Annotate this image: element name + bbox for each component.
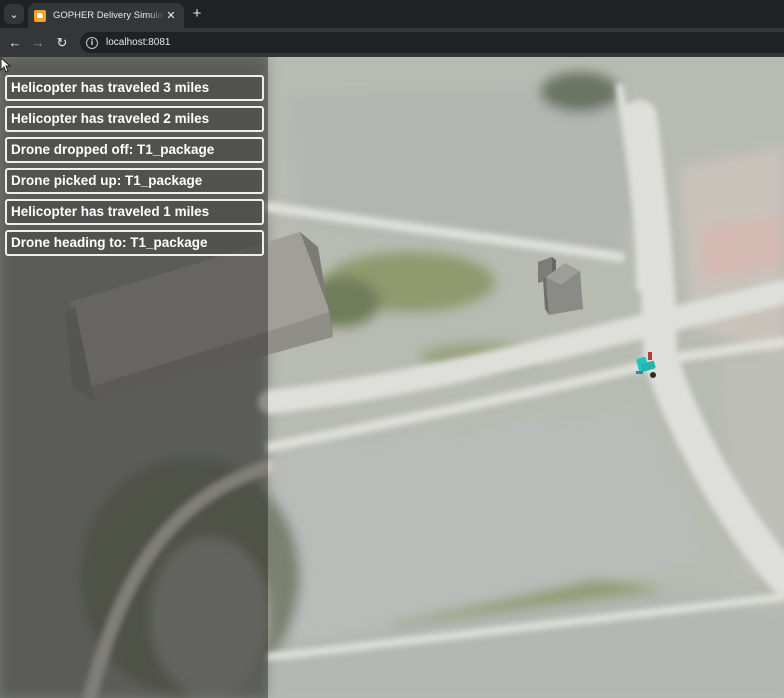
back-button[interactable]: ← xyxy=(6,34,24,52)
browser-toolbar: ← → ↻ i localhost:8081 xyxy=(0,28,784,57)
event-log: Helicopter has traveled 3 miles Helicopt… xyxy=(5,75,264,261)
log-entry: Helicopter has traveled 3 miles xyxy=(5,75,264,101)
simulation-viewport[interactable]: Helicopter has traveled 3 miles Helicopt… xyxy=(0,57,784,698)
tab-title: GOPHER Delivery Simulation Sy xyxy=(53,10,164,21)
log-entry: Helicopter has traveled 1 miles xyxy=(5,199,264,225)
forward-button[interactable]: → xyxy=(29,34,47,52)
close-icon[interactable]: ✕ xyxy=(164,9,178,23)
log-entry: Drone heading to: T1_package xyxy=(5,230,264,256)
browser-tab[interactable]: GOPHER Delivery Simulation Sy ✕ xyxy=(28,3,184,28)
log-entry: Helicopter has traveled 2 miles xyxy=(5,106,264,132)
info-icon[interactable]: i xyxy=(86,36,98,49)
chevron-down-icon: ⌄ xyxy=(9,8,19,21)
address-bar[interactable]: i localhost:8081 xyxy=(80,32,784,53)
reload-button[interactable]: ↻ xyxy=(53,34,71,52)
log-entry: Drone picked up: T1_package xyxy=(5,168,264,194)
url-text[interactable]: localhost:8081 xyxy=(106,37,171,48)
new-tab-button[interactable]: + xyxy=(188,5,206,23)
tab-strip: ⌄ GOPHER Delivery Simulation Sy ✕ + xyxy=(0,0,784,28)
mouse-cursor-icon xyxy=(0,57,12,73)
gopher-favicon-icon xyxy=(34,9,46,22)
log-entry: Drone dropped off: T1_package xyxy=(5,137,264,163)
tab-search-button[interactable]: ⌄ xyxy=(4,4,24,24)
